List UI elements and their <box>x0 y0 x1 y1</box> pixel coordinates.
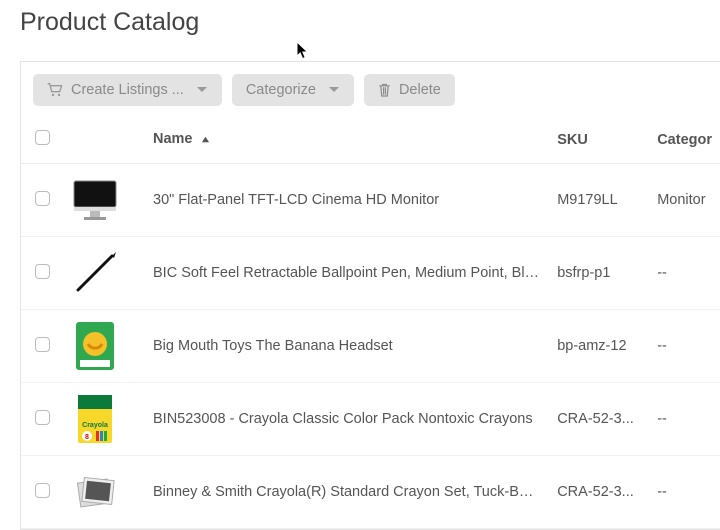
svg-text:8: 8 <box>85 434 89 441</box>
table-row[interactable]: 30" Flat-Panel TFT-LCD Cinema HD Monitor… <box>21 164 720 237</box>
row-checkbox[interactable] <box>35 264 50 279</box>
catalog-panel: Create Listings ... Categorize Delete <box>20 61 720 530</box>
row-checkbox[interactable] <box>35 483 50 498</box>
product-thumbnail: Crayola 8 <box>69 393 121 445</box>
product-thumbnail <box>69 320 121 372</box>
categorize-button[interactable]: Categorize <box>232 74 354 106</box>
product-thumbnail <box>69 174 121 226</box>
product-category: Monitor <box>649 164 720 237</box>
column-header-name[interactable]: Name <box>145 118 549 164</box>
product-category: -- <box>649 383 720 456</box>
product-name: Big Mouth Toys The Banana Headset <box>145 310 549 383</box>
column-header-sku[interactable]: SKU <box>549 118 649 164</box>
categorize-label: Categorize <box>246 82 316 98</box>
sort-asc-icon <box>201 132 210 148</box>
product-name: 30" Flat-Panel TFT-LCD Cinema HD Monitor <box>145 164 549 237</box>
cart-icon <box>47 83 63 97</box>
product-name: Binney & Smith Crayola(R) Standard Crayo… <box>145 456 549 529</box>
product-thumbnail <box>69 466 121 518</box>
svg-text:Crayola: Crayola <box>82 422 108 429</box>
table-row[interactable]: BIC Soft Feel Retractable Ballpoint Pen,… <box>21 237 720 310</box>
trash-icon <box>378 83 391 97</box>
product-sku: M9179LL <box>549 164 649 237</box>
product-sku: bsfrp-p1 <box>549 237 649 310</box>
table-row[interactable]: Big Mouth Toys The Banana Headsetbp-amz-… <box>21 310 720 383</box>
row-checkbox[interactable] <box>35 337 50 352</box>
product-category: -- <box>649 456 720 529</box>
product-sku: CRA-52-3... <box>549 456 649 529</box>
table-row[interactable]: Crayola 8 BIN523008 - Crayola Classic Colo… <box>21 383 720 456</box>
product-sku: bp-amz-12 <box>549 310 649 383</box>
table-row[interactable]: Binney & Smith Crayola(R) Standard Crayo… <box>21 456 720 529</box>
delete-button[interactable]: Delete <box>364 74 455 106</box>
create-listings-button[interactable]: Create Listings ... <box>33 74 222 106</box>
toolbar: Create Listings ... Categorize Delete <box>21 62 720 118</box>
product-category: -- <box>649 237 720 310</box>
row-checkbox[interactable] <box>35 191 50 206</box>
product-table: Name SKU Categor 30" Flat-Panel TFT-LCD … <box>21 118 720 529</box>
product-name: BIN523008 - Crayola Classic Color Pack N… <box>145 383 549 456</box>
page-title: Product Catalog <box>20 8 720 37</box>
chevron-down-icon <box>196 86 208 94</box>
product-thumbnail <box>69 247 121 299</box>
product-category: -- <box>649 310 720 383</box>
product-name: BIC Soft Feel Retractable Ballpoint Pen,… <box>145 237 549 310</box>
column-header-name-label: Name <box>153 131 193 147</box>
delete-label: Delete <box>399 82 441 98</box>
column-header-category[interactable]: Categor <box>649 118 720 164</box>
row-checkbox[interactable] <box>35 410 50 425</box>
chevron-down-icon <box>328 86 340 94</box>
product-sku: CRA-52-3... <box>549 383 649 456</box>
select-all-checkbox[interactable] <box>35 130 50 145</box>
create-listings-label: Create Listings ... <box>71 82 184 98</box>
